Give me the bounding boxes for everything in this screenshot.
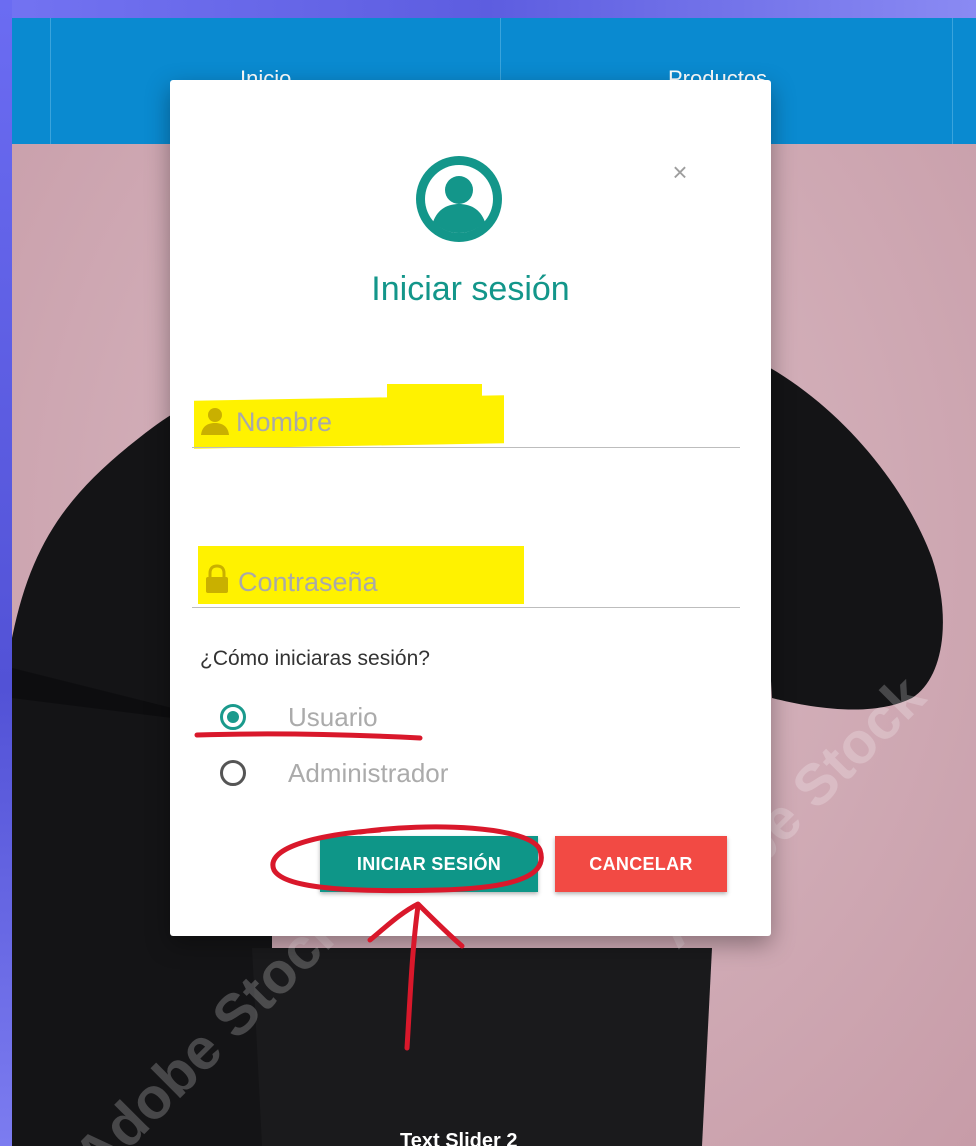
login-type-question: ¿Cómo iniciaras sesión? [200,647,430,670]
login-modal: × Iniciar sesión ¿Cómo iniciaras sesión?… [170,80,771,936]
password-underline [192,607,740,608]
modal-title: Iniciar sesión [371,270,570,308]
highlight-mark [387,384,482,404]
username-input[interactable] [236,402,736,442]
nav-divider [952,18,953,144]
radio-label-administrador: Administrador [288,758,449,788]
password-field [192,546,740,608]
radio-administrador[interactable]: Administrador [220,758,520,790]
username-underline [192,447,740,448]
account-circle-icon [416,156,502,242]
lock-icon [206,564,228,593]
radio-label-usuario: Usuario [288,702,378,732]
window-top-frame [0,0,976,18]
nav-divider [50,18,51,144]
username-field [192,384,740,449]
radio-checked-icon[interactable] [220,704,246,730]
password-input[interactable] [238,562,738,602]
person-icon [201,408,229,435]
login-button[interactable]: INICIAR SESIÓN [320,836,538,892]
window-left-frame [0,0,12,1146]
close-button[interactable]: × [666,158,694,186]
radio-usuario[interactable]: Usuario [220,702,420,734]
cancel-button[interactable]: CANCELAR [555,836,727,892]
radio-unchecked-icon[interactable] [220,760,246,786]
slider-caption: Text Slider 2 [400,1130,518,1146]
